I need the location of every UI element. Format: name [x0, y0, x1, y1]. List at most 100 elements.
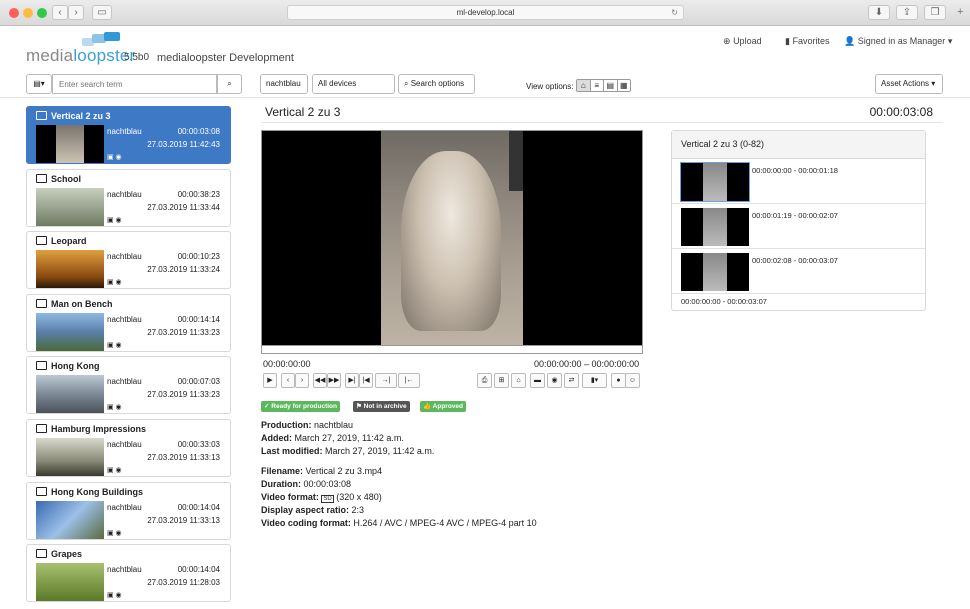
minimize-window-button[interactable] — [23, 8, 33, 18]
asset-thumbnail — [36, 563, 104, 602]
tabs-icon[interactable]: ❐ — [924, 5, 946, 20]
search-button[interactable]: ⌕ — [217, 74, 242, 94]
segment-row[interactable]: 00:00:00:00 - 00:00:01:18 — [672, 159, 925, 204]
list-item[interactable]: Man on Bench nachtblau 00:00:14:14 27.03… — [26, 293, 231, 352]
asset-duration: 00:00:33:03 — [177, 439, 220, 449]
tag-icon[interactable]: ⌂ — [511, 373, 526, 388]
segment-range: 00:00:01:19 - 00:00:02:07 — [752, 211, 838, 220]
back-button[interactable]: ‹ — [52, 5, 68, 20]
list-item[interactable]: Grapes nachtblau 00:00:14:04 27.03.2019 … — [26, 544, 231, 603]
camera-icon[interactable]: ◉ — [547, 373, 562, 388]
face-icon[interactable]: ☺ — [625, 373, 640, 388]
asset-duration: 00:00:14:04 — [177, 502, 220, 512]
download-icon[interactable]: ⬇ — [868, 5, 890, 20]
meta-aspect: Display aspect ratio: 2:3 — [261, 505, 365, 515]
segments-panel: Vertical 2 zu 3 (0-82) 00:00:00:00 - 00:… — [671, 130, 926, 311]
asset-duration: 00:00:07:03 — [177, 377, 220, 387]
cat-image — [401, 151, 501, 331]
video-frame — [381, 131, 523, 345]
sd-eye-icon: ▣ ◉ — [107, 466, 122, 474]
asset-actions-button[interactable]: Asset Actions ▾ — [875, 74, 943, 94]
zoom-window-button[interactable] — [37, 8, 47, 18]
user-menu[interactable]: 👤 Signed in as Manager ▾ — [844, 36, 952, 47]
segment-range: 00:00:02:08 - 00:00:03:07 — [752, 256, 838, 265]
skip-start-icon[interactable]: |◀ — [359, 373, 373, 388]
list-view-icon[interactable]: ≡ — [589, 80, 604, 91]
media-type-dropdown[interactable]: ▤▾ — [26, 74, 52, 94]
film-icon — [36, 173, 47, 183]
person-icon[interactable]: ● — [611, 373, 626, 388]
bookmark-dropdown-icon[interactable]: ▮▾ — [582, 373, 607, 388]
app-header — [0, 27, 970, 70]
meta-coding: Video coding format: H.264 / AVC / MPEG-… — [261, 518, 537, 528]
status-badge: 👍 Approved — [420, 401, 467, 412]
asset-duration: 00:00:38:23 — [177, 189, 220, 199]
film-view-icon[interactable]: ▤ — [603, 80, 617, 91]
asset-production: nachtblau — [107, 439, 142, 449]
print-icon[interactable]: ⎙ — [477, 373, 492, 388]
step-forward-icon[interactable]: › — [295, 373, 309, 388]
search-input[interactable] — [52, 74, 217, 94]
asset-title: Leopard — [51, 236, 87, 247]
list-item[interactable]: Hong Kong Buildings nachtblau 00:00:14:0… — [26, 481, 231, 540]
address-bar[interactable]: ml-develop.local ↻ — [287, 5, 684, 20]
mark-out-icon[interactable]: |← — [398, 373, 420, 388]
meta-production: Production: nachtblau — [261, 420, 354, 430]
asset-date: 27.03.2019 11:42:43 — [147, 140, 220, 149]
list-item[interactable]: Leopard nachtblau 00:00:10:23 27.03.2019… — [26, 231, 231, 290]
meta-modified: Last modified: March 27, 2019, 11:42 a.m… — [261, 446, 435, 456]
grid-view-icon[interactable]: ▦ — [616, 80, 631, 91]
sd-eye-icon: ▣ ◉ — [107, 154, 122, 161]
sd-eye-icon: ▣ ◉ — [107, 341, 122, 349]
swap-icon[interactable]: ⇄ — [564, 373, 579, 388]
segment-row[interactable]: 00:00:02:08 - 00:00:03:07 — [672, 249, 925, 294]
asset-title: Vertical 2 zu 3 — [51, 111, 111, 121]
new-tab-icon[interactable]: + — [957, 6, 963, 18]
step-back-icon[interactable]: ‹ — [281, 373, 295, 388]
progress-bar[interactable] — [262, 345, 642, 353]
bookmark-icon: ▮ — [785, 36, 790, 46]
meta-duration: Duration: 00:00:03:08 — [261, 479, 352, 489]
status-badge: ✓ Ready for production — [261, 401, 340, 412]
sidebar-toggle-icon[interactable]: ▭ — [92, 5, 112, 20]
meta-format: Video format: SD (320 x 480) — [261, 492, 382, 503]
segment-row[interactable]: 00:00:01:19 - 00:00:02:07 — [672, 204, 925, 249]
favorites-link[interactable]: ▮ Favorites — [785, 36, 829, 47]
skip-end-icon[interactable]: ▶| — [345, 373, 359, 388]
forward-button[interactable]: › — [68, 5, 84, 20]
play-icon[interactable]: ▶ — [263, 373, 277, 388]
asset-title: Grapes — [51, 549, 83, 560]
video-player[interactable] — [261, 130, 643, 354]
list-item[interactable]: Hamburg Impressions nachtblau 00:00:33:0… — [26, 418, 231, 477]
page-title: Vertical 2 zu 3 — [265, 105, 341, 119]
current-time: 00:00:00:00 — [263, 359, 311, 369]
list-item[interactable]: Vertical 2 zu 3 nachtblau 00:00:03:08 27… — [26, 106, 231, 164]
reload-icon[interactable]: ↻ — [671, 6, 678, 19]
production-filter[interactable]: nachtblau — [260, 74, 308, 94]
segment-thumbnail — [681, 208, 749, 246]
fast-forward-icon[interactable]: ▶▶ — [327, 373, 341, 388]
time-range: 00:00:00:00 – 00:00:00:00 — [534, 359, 640, 369]
close-window-button[interactable] — [9, 8, 19, 18]
devices-filter[interactable]: All devices — [312, 74, 395, 94]
upload-link[interactable]: ⊕ Upload — [723, 36, 762, 47]
asset-date: 27.03.2019 11:33:23 — [147, 390, 220, 400]
film-icon — [36, 486, 47, 496]
segment-icon[interactable]: ⊞ — [494, 373, 509, 388]
share-icon[interactable]: ⇪ — [896, 5, 918, 20]
asset-production: nachtblau — [107, 377, 142, 387]
comment-icon[interactable]: ▬ — [530, 373, 545, 388]
list-item[interactable]: School nachtblau 00:00:38:23 27.03.2019 … — [26, 168, 231, 227]
asset-title: Hamburg Impressions — [51, 423, 147, 434]
home-view-icon[interactable]: ⌂ — [577, 80, 590, 91]
search-options-button[interactable]: ⌕ Search options — [398, 74, 475, 94]
asset-title: School — [51, 173, 82, 184]
film-icon — [36, 549, 47, 559]
asset-duration: 00:00:10:23 — [177, 252, 220, 262]
rewind-icon[interactable]: ◀◀ — [313, 373, 327, 388]
mark-in-icon[interactable]: →| — [375, 373, 397, 388]
asset-title: Hong Kong — [51, 361, 100, 372]
app-logo[interactable]: medialoopster — [26, 46, 135, 66]
list-item[interactable]: Hong Kong nachtblau 00:00:07:03 27.03.20… — [26, 356, 231, 415]
asset-date: 27.03.2019 11:33:13 — [147, 515, 220, 525]
